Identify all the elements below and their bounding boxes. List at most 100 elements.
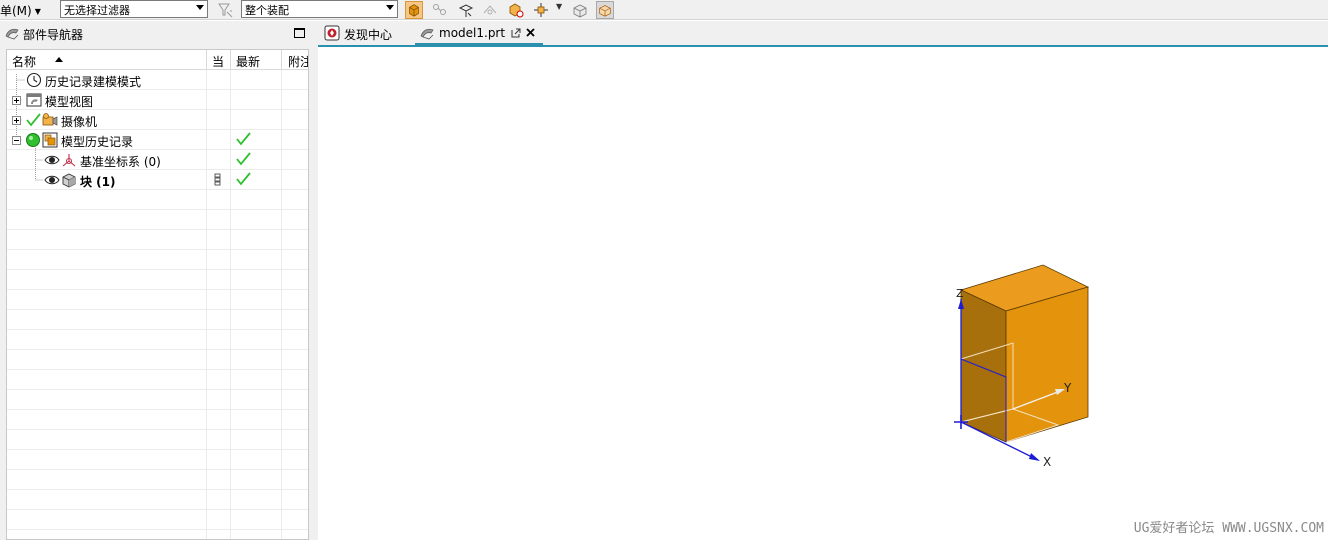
- tree-row-label: 块 (1): [80, 175, 116, 189]
- select-body-icon[interactable]: [405, 1, 423, 19]
- latest-check-icon: [236, 172, 251, 186]
- tree-row-model-views[interactable]: 模型视图: [7, 90, 308, 110]
- navigator-tree: 名称 当 最新 附注 历史记录建模模式: [6, 49, 309, 540]
- tab-discovery-center[interactable]: 发现中心: [322, 21, 404, 46]
- clock-icon: [26, 72, 42, 88]
- select-edge-icon[interactable]: [481, 1, 499, 19]
- model-views-icon: [26, 93, 42, 107]
- camera-icon: [42, 113, 58, 126]
- watermark: UG爱好者论坛 WWW.UGSNX.COM: [1133, 521, 1324, 536]
- tree-header: 名称 当 最新 附注: [7, 50, 308, 70]
- y-axis-label: Y: [1063, 381, 1072, 395]
- chevron-down-icon: [196, 5, 204, 10]
- top-toolbar: 单(M) ▼ 无选择过滤器 整个装配 ▼: [0, 0, 1328, 20]
- discovery-icon: [324, 25, 340, 41]
- eye-icon[interactable]: [44, 152, 60, 168]
- tree-row-label: 摄像机: [61, 115, 98, 129]
- chevron-down-icon: [386, 5, 394, 10]
- column-header-current[interactable]: 当: [212, 53, 224, 70]
- tab-label: 发现中心: [344, 28, 393, 42]
- select-component-icon[interactable]: [507, 1, 525, 19]
- select-feature-icon[interactable]: [431, 1, 449, 19]
- part-navigator-panel: 部件导航器 名称 当 最新 附注 历史记录建模模式: [0, 21, 318, 540]
- part-icon: [420, 28, 434, 40]
- latest-check-icon: [236, 152, 251, 166]
- select-face-icon[interactable]: [457, 1, 475, 19]
- collapse-minus-icon[interactable]: [12, 136, 21, 145]
- datum-csys-icon: [62, 154, 76, 167]
- selection-filter-dropdown[interactable]: 无选择过滤器: [60, 0, 208, 18]
- show-shaded-icon[interactable]: [571, 1, 589, 19]
- column-divider[interactable]: [230, 50, 231, 70]
- close-icon[interactable]: [525, 27, 536, 38]
- tree-row-label: 历史记录建模模式: [45, 75, 142, 89]
- expand-plus-icon[interactable]: [12, 96, 21, 105]
- document-tab-bar: 发现中心 model1.prt: [318, 21, 1328, 47]
- tab-model1-prt[interactable]: model1.prt: [415, 21, 543, 46]
- tree-row-label: 基准坐标系 (0): [80, 155, 161, 169]
- tree-row-empty: [7, 350, 308, 370]
- model-scene[interactable]: Z Y X: [318, 47, 1328, 540]
- navigator-title: 部件导航器: [23, 28, 84, 42]
- tree-row-empty: [7, 450, 308, 470]
- checkmark-icon: [26, 113, 41, 127]
- scope-value: 整个装配: [245, 4, 289, 17]
- tree-row-empty: [7, 510, 308, 530]
- tab-label: model1.prt: [439, 26, 506, 40]
- tree-row-empty: [7, 250, 308, 270]
- column-divider[interactable]: [281, 50, 282, 70]
- menu-button[interactable]: 单(M) ▼: [0, 2, 41, 19]
- tree-row-empty: [7, 430, 308, 450]
- block-front-face[interactable]: [1005, 286, 1089, 443]
- tree-row-label: 模型视图: [45, 95, 94, 109]
- show-hidden-icon[interactable]: [596, 1, 614, 19]
- filter-funnel-icon[interactable]: [216, 1, 234, 19]
- tree-row-empty: [7, 390, 308, 410]
- block-left-face[interactable]: [960, 289, 1007, 443]
- tree-row-datum-csys[interactable]: 基准坐标系 (0): [7, 150, 308, 170]
- block-icon: [62, 173, 76, 188]
- x-axis-label: X: [1043, 455, 1051, 469]
- undock-icon[interactable]: [510, 27, 522, 39]
- chevron-down-icon[interactable]: ▼: [556, 2, 562, 11]
- tree-row-empty: [7, 290, 308, 310]
- tree-row-cameras[interactable]: 摄像机: [7, 110, 308, 130]
- column-header-name[interactable]: 名称: [12, 53, 36, 70]
- tree-row-block[interactable]: 块 (1): [7, 170, 308, 190]
- current-feature-icon: [214, 173, 221, 186]
- active-status-icon: [26, 133, 40, 147]
- eye-icon[interactable]: [44, 172, 60, 188]
- tree-row-empty: [7, 190, 308, 210]
- model-history-icon: [42, 132, 58, 148]
- tree-row-empty: [7, 330, 308, 350]
- graphics-viewport[interactable]: Z Y X UG爱好者论坛 WWW.UGSNX.COM: [318, 47, 1328, 540]
- tree-row-label: 模型历史记录: [61, 135, 134, 149]
- x-axis-arrow: [1029, 453, 1040, 461]
- menu-label: 单(M): [0, 4, 32, 18]
- panel-splitter[interactable]: [309, 21, 318, 540]
- snap-point-icon[interactable]: [532, 1, 550, 19]
- expand-plus-icon[interactable]: [12, 116, 21, 125]
- tree-row-history-mode[interactable]: 历史记录建模模式: [7, 70, 308, 90]
- z-axis-label: Z: [956, 287, 964, 300]
- maximize-icon[interactable]: [294, 28, 305, 38]
- tree-row-empty: [7, 490, 308, 510]
- scope-dropdown[interactable]: 整个装配: [241, 0, 398, 18]
- part-navigator-icon: [5, 28, 19, 40]
- column-header-notes[interactable]: 附注: [288, 53, 308, 70]
- tree-row-empty: [7, 310, 308, 330]
- tree-row-empty: [7, 410, 308, 430]
- navigator-title-bar: 部件导航器: [0, 21, 318, 45]
- tree-row-empty: [7, 270, 308, 290]
- tree-row-empty: [7, 210, 308, 230]
- column-divider[interactable]: [206, 50, 207, 70]
- tree-row-empty: [7, 470, 308, 490]
- sort-ascending-icon: [55, 57, 63, 62]
- tree-row-model-history[interactable]: 模型历史记录: [7, 130, 308, 150]
- selection-filter-value: 无选择过滤器: [64, 4, 130, 17]
- chevron-down-icon: ▼: [34, 7, 41, 16]
- tree-row-empty: [7, 230, 308, 250]
- latest-check-icon: [236, 132, 251, 146]
- tree-row-empty: [7, 370, 308, 390]
- column-header-latest[interactable]: 最新: [236, 53, 260, 70]
